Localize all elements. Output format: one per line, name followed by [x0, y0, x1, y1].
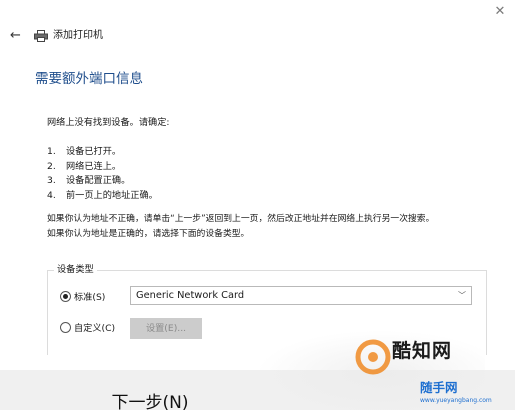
- step-number: 1.: [47, 146, 56, 157]
- step-text: 网络已连上。: [66, 160, 122, 172]
- standard-radio[interactable]: 标准(S): [60, 291, 105, 305]
- watermark-logo-icon: [355, 339, 391, 375]
- watermark-url: www.yueyangbang.com: [420, 397, 492, 404]
- wizard-title: 添加打印机: [53, 30, 103, 41]
- checklist: 1. 设备已打开。 2. 网络已连上。 3. 设备配置正确。 4. 前一页上的地址正确。: [47, 145, 158, 203]
- device-type-select-value: Generic Network Card: [136, 290, 245, 301]
- intro-text: 网络上没有找到设备。请确定:: [47, 117, 170, 128]
- back-arrow-icon[interactable]: ←: [10, 29, 24, 43]
- radio-unselected-icon[interactable]: [60, 322, 71, 333]
- step-number: 3.: [47, 175, 56, 186]
- standard-radio-label: 标准(S): [74, 292, 106, 303]
- list-item: 1. 设备已打开。: [47, 145, 158, 160]
- next-button[interactable]: 下一步(N): [100, 392, 200, 414]
- watermark-site-name: 酷知网: [392, 340, 453, 362]
- device-type-select[interactable]: Generic Network Card ﹀: [130, 286, 472, 305]
- custom-radio[interactable]: 自定义(C): [60, 322, 115, 336]
- note-line-2: 如果你认为地址是正确的，请选择下面的设备类型。: [47, 229, 250, 239]
- custom-radio-label: 自定义(C): [74, 323, 116, 334]
- settings-button[interactable]: 设置(E)...: [130, 318, 202, 339]
- step-number: 4.: [47, 189, 56, 201]
- chevron-down-icon[interactable]: ﹀: [458, 289, 466, 303]
- close-icon[interactable]: ✕: [492, 4, 508, 20]
- list-item: 3. 设备配置正确。: [47, 174, 158, 189]
- step-text: 前一页上的地址正确。: [66, 189, 158, 201]
- device-type-group-label: 设备类型: [54, 264, 97, 276]
- watermark-site-name-2: 随手网: [420, 380, 458, 395]
- list-item: 2. 网络已连上。: [47, 160, 158, 175]
- step-text: 设备配置正确。: [66, 175, 131, 186]
- radio-selected-icon[interactable]: [60, 291, 71, 302]
- step-text: 设备已打开。: [66, 146, 122, 157]
- step-number: 2.: [47, 160, 56, 172]
- note-line-1: 如果你认为地址不正确，请单击“上一步”返回到上一页，然后改正地址并在网络上执行另…: [47, 214, 435, 224]
- page-title: 需要额外端口信息: [35, 71, 143, 87]
- instructions-note: 如果你认为地址不正确，请单击“上一步”返回到上一页，然后改正地址并在网络上执行另…: [47, 212, 434, 242]
- printer-icon: [34, 30, 48, 42]
- list-item: 4. 前一页上的地址正确。: [47, 189, 158, 204]
